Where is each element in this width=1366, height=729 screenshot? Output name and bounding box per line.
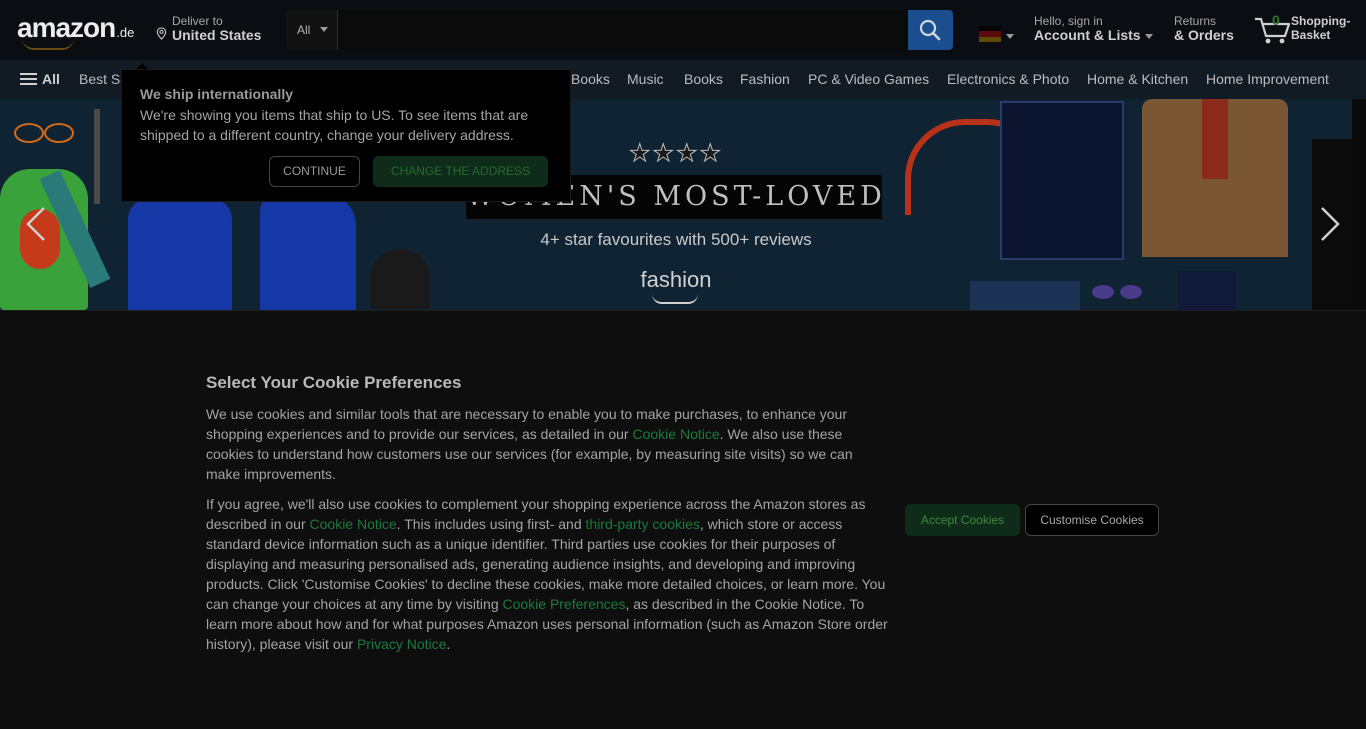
menu-icon bbox=[20, 73, 37, 75]
all-menu-button[interactable]: All bbox=[20, 71, 60, 87]
search-category-dropdown[interactable]: All bbox=[286, 10, 338, 50]
blue-trousers-image bbox=[128, 199, 232, 310]
shopping-basket[interactable]: 0 Shopping- Basket bbox=[1253, 10, 1353, 50]
account-lists[interactable]: Hello, sign in Account & Lists bbox=[1034, 14, 1153, 42]
search-button[interactable] bbox=[908, 10, 953, 50]
account-greeting: Hello, sign in bbox=[1034, 14, 1103, 28]
cookie-text: . bbox=[446, 636, 451, 652]
cookie-preferences-link[interactable]: Cookie Preferences bbox=[503, 596, 626, 612]
chevron-down-icon bbox=[1006, 34, 1014, 39]
change-address-button[interactable]: CHANGE THE ADDRESS bbox=[373, 156, 548, 187]
deliver-country: United States bbox=[172, 27, 262, 43]
cookie-notice-link[interactable]: Cookie Notice bbox=[310, 516, 397, 532]
cart-label-line1: Shopping- bbox=[1291, 14, 1351, 28]
cart-label-line2: Basket bbox=[1291, 28, 1331, 42]
nav-item[interactable]: Music bbox=[627, 71, 664, 87]
cookie-paragraph-1: We use cookies and similar tools that ar… bbox=[206, 404, 888, 484]
nav-item[interactable]: Fashion bbox=[740, 71, 790, 87]
third-party-cookies-link[interactable]: third-party cookies bbox=[586, 516, 700, 532]
cookie-text: . This includes using first- and bbox=[396, 516, 586, 532]
search-icon bbox=[919, 19, 941, 41]
nav-item[interactable]: Home Improvement bbox=[1206, 71, 1329, 87]
cookie-paragraph-2: If you agree, we'll also use cookies to … bbox=[206, 494, 888, 654]
brand-smile-icon bbox=[652, 294, 698, 304]
cart-count: 0 bbox=[1272, 12, 1280, 28]
nav-item[interactable]: PC & Video Games bbox=[808, 71, 929, 87]
banner-edge bbox=[1352, 99, 1366, 310]
deliver-label: Deliver to bbox=[172, 14, 223, 28]
banner-brand: fashion bbox=[640, 267, 712, 292]
popover-title: We ship internationally bbox=[140, 86, 293, 102]
cookie-notice-link[interactable]: Cookie Notice bbox=[632, 426, 719, 442]
all-label: All bbox=[42, 71, 60, 87]
location-pin-icon bbox=[156, 27, 167, 40]
chevron-right-icon[interactable] bbox=[1318, 206, 1342, 242]
chevron-left-icon[interactable] bbox=[24, 206, 48, 242]
search-category-label: All bbox=[297, 23, 311, 37]
nav-item[interactable]: Books bbox=[571, 71, 610, 87]
nav-item[interactable]: Home & Kitchen bbox=[1087, 71, 1188, 87]
nav-item[interactable]: Electronics & Photo bbox=[947, 71, 1069, 87]
orders-label: & Orders bbox=[1174, 27, 1234, 43]
chevron-down-icon bbox=[320, 27, 328, 32]
ship-internationally-popover: We ship internationally We're showing yo… bbox=[121, 69, 571, 202]
customise-cookies-button[interactable]: Customise Cookies bbox=[1025, 504, 1159, 536]
logo-tld: .de bbox=[116, 25, 135, 40]
search-input[interactable] bbox=[339, 10, 907, 50]
popover-text: We're showing you items that ship to US.… bbox=[140, 107, 529, 143]
continue-button[interactable]: CONTINUE bbox=[269, 156, 360, 187]
nav-item[interactable]: Books bbox=[684, 71, 723, 87]
returns-orders[interactable]: Returns & Orders bbox=[1174, 14, 1234, 42]
account-label: Account & Lists bbox=[1034, 27, 1141, 43]
returns-label: Returns bbox=[1174, 14, 1217, 28]
chevron-down-icon bbox=[1144, 33, 1153, 39]
cookie-title: Select Your Cookie Preferences bbox=[206, 373, 462, 392]
accept-cookies-button[interactable]: Accept Cookies bbox=[905, 504, 1020, 536]
banner-subtitle: 4+ star favourites with 500+ reviews bbox=[540, 230, 812, 249]
logo-smile-icon bbox=[22, 38, 74, 50]
search-bar: All bbox=[286, 10, 953, 50]
privacy-notice-link[interactable]: Privacy Notice bbox=[357, 636, 446, 652]
top-header: amazon.de Deliver to United States All H… bbox=[0, 0, 1366, 60]
flag-icon[interactable] bbox=[979, 26, 1001, 42]
cookie-preferences-panel: Select Your Cookie Preferences We use co… bbox=[0, 310, 1366, 729]
